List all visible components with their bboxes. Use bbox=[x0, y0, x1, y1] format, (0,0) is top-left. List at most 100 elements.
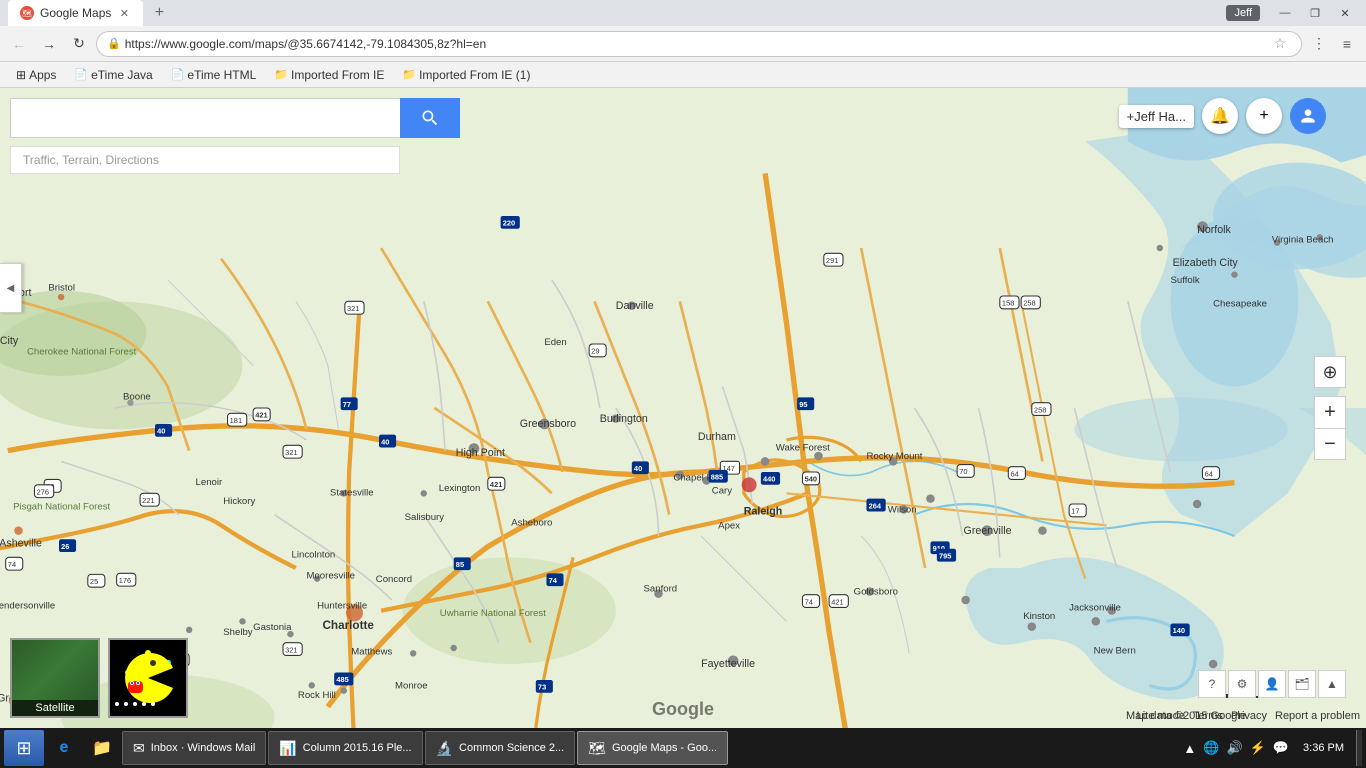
bookmark-imported-ie-1[interactable]: 📁 Imported From IE (1) bbox=[394, 66, 538, 84]
svg-text:Matthews: Matthews bbox=[351, 646, 392, 657]
taskbar-app-column[interactable]: 📊 Column 2015.16 Ple... bbox=[268, 731, 422, 765]
lite-mode-link[interactable]: Lite mode bbox=[1137, 710, 1185, 722]
privacy-link[interactable]: Privacy bbox=[1231, 710, 1267, 722]
bookmark-star-button[interactable]: ☆ bbox=[1269, 33, 1291, 55]
svg-text:Asheville: Asheville bbox=[0, 538, 42, 550]
common-taskbar-icon: 🔬 bbox=[436, 740, 453, 757]
svg-text:Salisbury: Salisbury bbox=[405, 512, 445, 523]
layers-button[interactable]: 🗂 bbox=[1288, 670, 1316, 698]
etime-java-icon: 📄 bbox=[74, 68, 88, 81]
search-hint-text: Traffic, Terrain, Directions bbox=[23, 153, 159, 167]
bookmark-label: eTime HTML bbox=[187, 68, 256, 82]
map-container[interactable]: Kingsport Bristol Johnson City Boone Ash… bbox=[0, 88, 1366, 728]
mail-taskbar-icon: ✉ bbox=[133, 740, 145, 757]
report-link[interactable]: Report a problem bbox=[1275, 710, 1360, 722]
svg-text:Huntersville: Huntersville bbox=[317, 601, 367, 612]
map-search-button[interactable] bbox=[400, 98, 460, 138]
help-button[interactable]: ? bbox=[1198, 670, 1226, 698]
tab-title: Google Maps bbox=[40, 6, 111, 20]
clock-area[interactable]: 3:36 PM bbox=[1297, 742, 1350, 754]
reload-button[interactable]: ↻ bbox=[66, 31, 92, 57]
title-bar: 🗺 Google Maps ✕ + Jeff — ❐ ✕ bbox=[0, 0, 1366, 26]
svg-text:Pisgah National Forest: Pisgah National Forest bbox=[13, 501, 110, 512]
tray-volume-icon[interactable]: 🔊 bbox=[1224, 738, 1244, 758]
bookmark-etime-java[interactable]: 📄 eTime Java bbox=[66, 66, 160, 84]
maps-taskbar-icon: 🗺 bbox=[588, 740, 606, 757]
zoom-in-button[interactable]: + bbox=[1314, 396, 1346, 428]
svg-text:77: 77 bbox=[343, 400, 351, 409]
satellite-thumbnail[interactable]: Satellite bbox=[10, 638, 100, 718]
chrome-menu-button[interactable]: ≡ bbox=[1334, 31, 1360, 57]
svg-text:Hickory: Hickory bbox=[223, 496, 255, 507]
pacman-thumbnail[interactable] bbox=[108, 638, 188, 718]
common-app-label: Common Science 2... bbox=[459, 742, 564, 754]
svg-text:220: 220 bbox=[503, 219, 515, 228]
svg-text:Danville: Danville bbox=[616, 300, 654, 312]
svg-text:Durham: Durham bbox=[698, 431, 736, 443]
svg-text:Uwharrie National Forest: Uwharrie National Forest bbox=[440, 608, 546, 619]
back-button[interactable]: ← bbox=[6, 31, 32, 57]
svg-text:181: 181 bbox=[230, 416, 242, 425]
start-button[interactable]: ⊞ bbox=[4, 730, 44, 766]
tray-power-icon[interactable]: ⚡ bbox=[1248, 738, 1268, 758]
active-tab[interactable]: 🗺 Google Maps ✕ bbox=[8, 0, 143, 26]
minimize-button[interactable]: — bbox=[1272, 4, 1298, 22]
svg-text:321: 321 bbox=[285, 448, 297, 457]
svg-text:Kinston: Kinston bbox=[1023, 611, 1055, 622]
map-bottom-left-area: Satellite bbox=[10, 638, 188, 718]
svg-text:Norfolk: Norfolk bbox=[1197, 224, 1231, 236]
svg-text:Statesville: Statesville bbox=[330, 487, 374, 498]
svg-text:421: 421 bbox=[490, 480, 502, 489]
maximize-button[interactable]: ❐ bbox=[1302, 4, 1328, 22]
new-tab-button[interactable]: + bbox=[149, 3, 169, 23]
close-button[interactable]: ✕ bbox=[1332, 4, 1358, 22]
map-user-avatar[interactable] bbox=[1290, 98, 1326, 134]
settings-button[interactable]: ⚙ bbox=[1228, 670, 1256, 698]
tray-network-icon[interactable]: 🌐 bbox=[1201, 738, 1221, 758]
etime-html-icon: 📄 bbox=[171, 68, 185, 81]
map-add-button[interactable]: + bbox=[1246, 98, 1282, 134]
taskbar-app-inbox[interactable]: ✉ Inbox · Windows Mail bbox=[122, 731, 266, 765]
svg-text:540: 540 bbox=[805, 475, 817, 484]
svg-text:485: 485 bbox=[336, 675, 348, 684]
extensions-button[interactable]: ⋮ bbox=[1306, 31, 1332, 57]
svg-text:Goldsboro: Goldsboro bbox=[854, 587, 898, 598]
lock-icon: 🔒 bbox=[107, 37, 121, 50]
svg-text:Wake Forest: Wake Forest bbox=[776, 443, 830, 454]
taskbar-app-common[interactable]: 🔬 Common Science 2... bbox=[425, 731, 576, 765]
person-button[interactable]: 👤 bbox=[1258, 670, 1286, 698]
svg-text:Lenoir: Lenoir bbox=[196, 477, 223, 488]
svg-text:Eden: Eden bbox=[544, 337, 566, 348]
svg-text:64: 64 bbox=[1010, 469, 1018, 478]
bookmark-etime-html[interactable]: 📄 eTime HTML bbox=[163, 66, 265, 84]
svg-text:795: 795 bbox=[939, 551, 951, 560]
tab-close-button[interactable]: ✕ bbox=[117, 6, 131, 20]
map-expand-button[interactable]: ▲ bbox=[1318, 670, 1346, 698]
terms-link[interactable]: Terms bbox=[1193, 710, 1223, 722]
bookmark-imported-ie[interactable]: 📁 Imported From IE bbox=[266, 66, 392, 84]
svg-text:Hendersonville: Hendersonville bbox=[0, 601, 55, 612]
system-tray: ▲ 🌐 🔊 ⚡ 💬 bbox=[1181, 738, 1291, 758]
map-notification-button[interactable]: 🔔 bbox=[1202, 98, 1238, 134]
browser-toolbar: ← → ↻ 🔒 https://www.google.com/maps/@35.… bbox=[0, 26, 1366, 62]
google-attribution: Google bbox=[652, 699, 714, 720]
forward-button[interactable]: → bbox=[36, 31, 62, 57]
show-desktop-button[interactable] bbox=[1356, 730, 1362, 766]
map-search-input[interactable] bbox=[10, 98, 400, 138]
apps-bookmark[interactable]: ⊞ Apps bbox=[8, 66, 64, 84]
tray-arrow-icon[interactable]: ▲ bbox=[1181, 739, 1198, 758]
svg-text:176: 176 bbox=[119, 576, 131, 585]
svg-text:Mooresville: Mooresville bbox=[306, 571, 355, 582]
user-badge: Jeff bbox=[1226, 5, 1260, 21]
svg-text:Shelby: Shelby bbox=[223, 627, 253, 638]
recenter-button[interactable]: ⊕ bbox=[1314, 356, 1346, 388]
zoom-out-button[interactable]: − bbox=[1314, 428, 1346, 460]
tray-notification-icon[interactable]: 💬 bbox=[1271, 738, 1291, 758]
taskbar-app-maps[interactable]: 🗺 Google Maps - Goo... bbox=[577, 731, 728, 765]
svg-text:Cary: Cary bbox=[712, 485, 732, 496]
taskbar-ie-icon[interactable]: e bbox=[46, 730, 82, 766]
svg-text:40: 40 bbox=[634, 464, 642, 473]
taskbar-explorer-icon[interactable]: 📁 bbox=[84, 730, 120, 766]
address-bar[interactable]: 🔒 https://www.google.com/maps/@35.667414… bbox=[96, 31, 1302, 57]
map-sidebar-toggle-button[interactable]: ◀ bbox=[0, 263, 22, 313]
